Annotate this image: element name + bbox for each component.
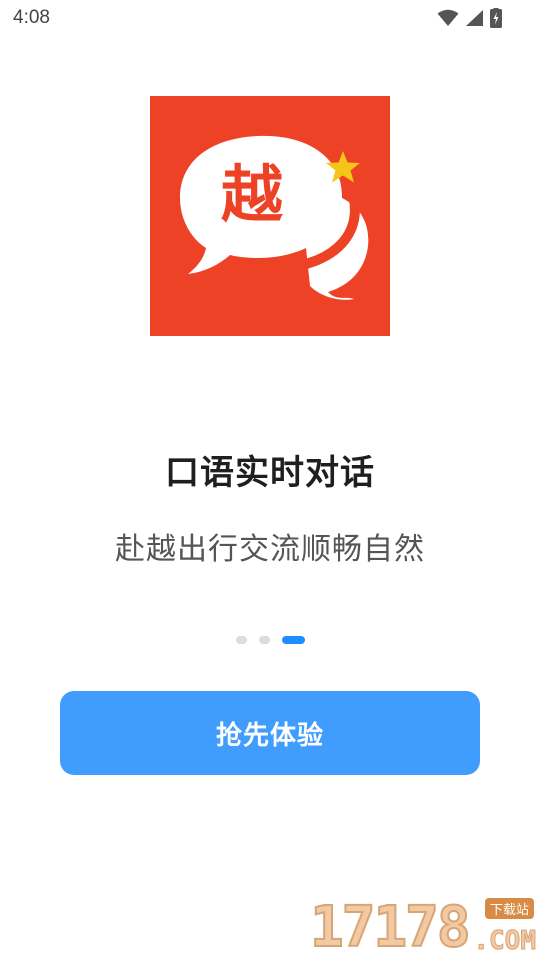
page-dot-2 <box>258 636 270 644</box>
signal-icon <box>465 9 484 27</box>
watermark-digits: 17178 <box>309 895 472 960</box>
app-logo: 越 <box>150 96 390 336</box>
status-icons <box>437 8 502 28</box>
page-indicator <box>0 636 540 646</box>
status-time: 4:08 <box>13 7 50 28</box>
battery-charging-icon <box>490 8 502 28</box>
watermark-badge: 下载站 <box>484 898 534 919</box>
site-watermark: 17178 下载站 .COM <box>309 895 540 960</box>
try-now-button[interactable]: 抢先体验 <box>60 691 480 775</box>
onboarding-subtitle: 赴越出行交流顺畅自然 <box>115 532 425 567</box>
page-dot-1 <box>235 636 247 644</box>
status-bar: 4:08 <box>0 0 540 38</box>
page-dot-3-active <box>281 636 305 644</box>
watermark-domain: .COM <box>473 926 537 957</box>
onboarding-headline: 口语实时对话 <box>165 453 375 493</box>
wifi-icon <box>437 9 459 27</box>
logo-glyph: 越 <box>221 158 284 231</box>
